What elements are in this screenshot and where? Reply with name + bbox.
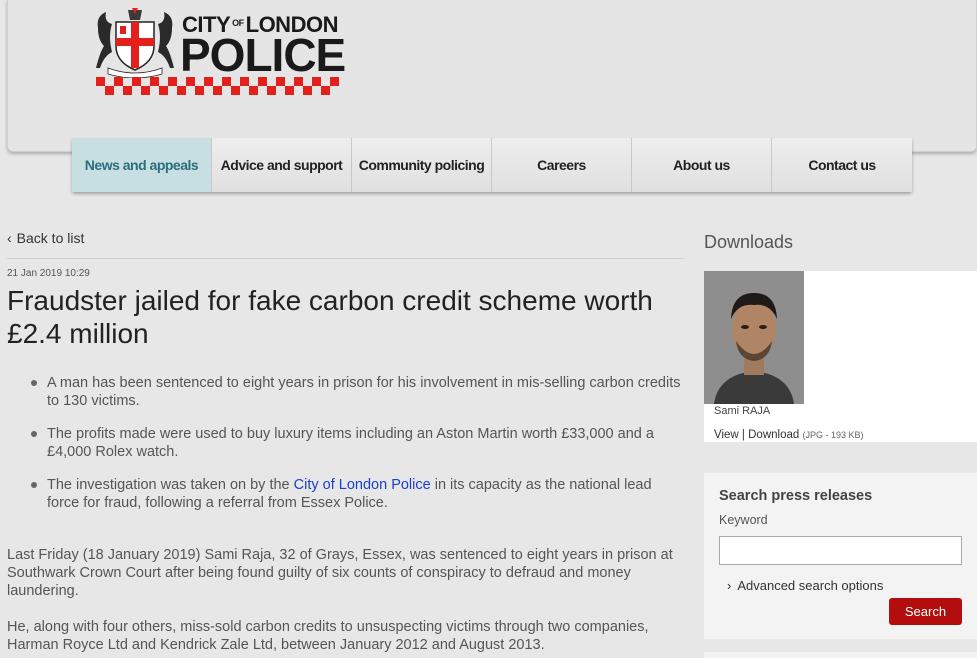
- advanced-search-toggle[interactable]: › Advanced search options: [727, 578, 883, 593]
- checker-square: [294, 77, 303, 86]
- list-item: The profits made were used to buy luxury…: [31, 425, 687, 461]
- checker-square: [285, 86, 294, 95]
- divider: [7, 258, 684, 259]
- link-separator: |: [741, 429, 745, 441]
- search-heading: Search press releases: [719, 488, 873, 504]
- keyword-label: Keyword: [719, 513, 768, 527]
- checker-square: [312, 77, 321, 86]
- suspect-photo[interactable]: [704, 271, 804, 404]
- article-paragraph: Last Friday (18 January 2019) Sami Raja,…: [7, 547, 673, 599]
- summary-bullets: A man has been sentenced to eight years …: [31, 374, 687, 527]
- back-to-list-link[interactable]: ‹ Back to list: [7, 230, 84, 246]
- checker-square: [303, 86, 312, 95]
- photo-caption: Sami RAJA: [714, 405, 771, 417]
- checker-square: [195, 86, 204, 95]
- downloads-heading: Downloads: [704, 232, 794, 252]
- chevron-left-icon: ‹: [7, 230, 12, 246]
- checker-square: [168, 77, 177, 86]
- chevron-right-icon: ›: [727, 578, 732, 593]
- search-press-releases-panel: Search press releases Keyword › Advanced …: [704, 473, 977, 639]
- checker-square: [177, 86, 186, 95]
- checker-square: [240, 77, 249, 86]
- nav-item-community-policing[interactable]: Community policing: [352, 138, 492, 192]
- checker-square: [249, 86, 258, 95]
- checker-square: [150, 77, 159, 86]
- keyword-input[interactable]: [719, 536, 962, 565]
- checker-square: [186, 77, 195, 86]
- file-info: (JPG - 193 KB): [802, 430, 864, 440]
- article-title: Fraudster jailed for fake carbon credit …: [7, 285, 653, 349]
- nav-item-advice-and-support[interactable]: Advice and support: [212, 138, 352, 192]
- list-item: A man has been sentenced to eight years …: [31, 374, 687, 410]
- site-header: CITY OFLONDON POLICE: [7, 0, 977, 152]
- publish-date: 21 Jan 2019 10:29: [7, 268, 90, 279]
- checker-square: [105, 86, 114, 95]
- city-of-london-police-link[interactable]: City of London Police: [294, 477, 431, 493]
- nav-item-careers[interactable]: Careers: [492, 138, 632, 192]
- checkerboard-band: [96, 77, 339, 95]
- checker-square: [213, 86, 222, 95]
- nav-item-news-and-appeals[interactable]: News and appeals: [72, 138, 212, 192]
- nav-item-about-us[interactable]: About us: [632, 138, 772, 192]
- search-button[interactable]: Search: [889, 598, 962, 625]
- downloads-panel: Sami RAJA View | Download (JPG - 193 KB): [704, 271, 977, 442]
- checker-square: [231, 86, 240, 95]
- nav-item-contact-us[interactable]: Contact us: [772, 138, 912, 192]
- checker-square: [123, 86, 132, 95]
- download-links: View | Download (JPG - 193 KB): [714, 429, 864, 441]
- checker-square: [321, 86, 330, 95]
- view-link[interactable]: View: [714, 429, 739, 441]
- logo-wordmark-police: POLICE: [180, 29, 346, 81]
- checker-square: [330, 77, 339, 86]
- checker-square: [222, 77, 231, 86]
- checker-square: [132, 77, 141, 86]
- checker-square: [267, 86, 276, 95]
- person-photo-icon: [704, 271, 804, 404]
- main-navigation: News and appeals Advice and support Commun…: [72, 138, 912, 192]
- checker-square: [141, 86, 150, 95]
- sidebar-panel: [704, 652, 977, 658]
- city-of-london-police-logo[interactable]: CITY OFLONDON POLICE: [94, 8, 346, 98]
- checker-square: [96, 77, 105, 86]
- checker-square: [114, 77, 123, 86]
- checker-square: [204, 77, 213, 86]
- checker-square: [159, 86, 168, 95]
- coat-of-arms-icon: [96, 8, 174, 78]
- checker-square: [258, 77, 267, 86]
- list-item: The investigation was taken on by the Ci…: [31, 476, 687, 512]
- article-paragraph: He, along with four others, miss-sold ca…: [7, 619, 649, 653]
- download-link[interactable]: Download: [748, 429, 799, 441]
- checker-square: [276, 77, 285, 86]
